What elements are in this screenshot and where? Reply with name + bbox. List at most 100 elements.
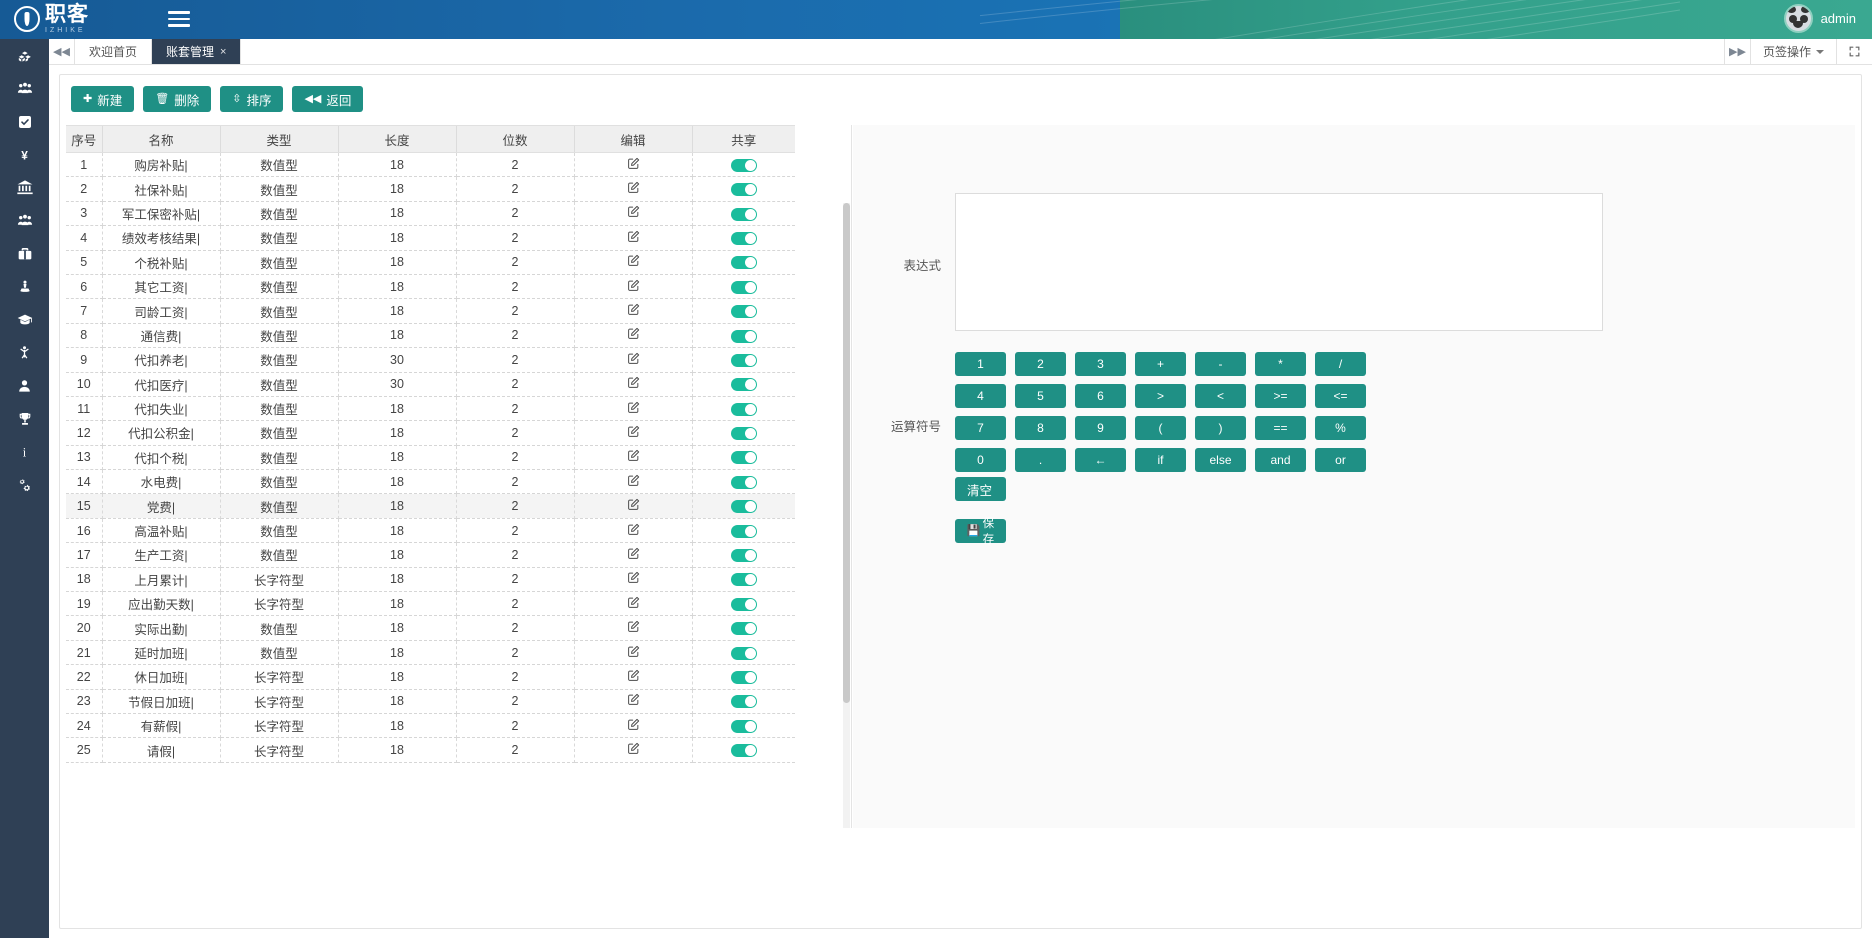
tab-scroll-left-icon[interactable]: ◀◀ [49,39,75,64]
keypad-key[interactable]: / [1315,352,1366,376]
edit-pencil-icon[interactable] [627,500,640,514]
edit-pencil-icon[interactable] [627,256,640,270]
table-row[interactable]: 1购房补贴|数值型182 [66,153,795,177]
edit-pencil-icon[interactable] [627,525,640,539]
share-toggle[interactable] [731,598,757,611]
edit-pencil-icon[interactable] [627,207,640,221]
share-toggle[interactable] [731,720,757,733]
keypad-key[interactable]: 7 [955,416,1006,440]
table-row[interactable]: 23节假日加班|长字符型182 [66,689,795,713]
sidebar-item-trophy[interactable] [0,402,49,435]
user-menu[interactable]: admin [1784,4,1856,33]
sidebar-item-graduation[interactable] [0,303,49,336]
edit-pencil-icon[interactable] [627,281,640,295]
tab-scroll-right-icon[interactable]: ▶▶ [1724,39,1750,64]
keypad-key[interactable]: > [1135,384,1186,408]
table-scrollbar-thumb[interactable] [843,203,850,703]
table-row[interactable]: 22休日加班|长字符型182 [66,665,795,689]
table-row[interactable]: 9代扣养老|数值型302 [66,348,795,372]
edit-pencil-icon[interactable] [627,647,640,661]
edit-pencil-icon[interactable] [627,598,640,612]
keypad-key[interactable]: 6 [1075,384,1126,408]
share-toggle[interactable] [731,354,757,367]
table-row[interactable]: 2社保补贴|数值型182 [66,177,795,201]
keypad-key[interactable]: ← [1075,448,1126,472]
edit-pencil-icon[interactable] [627,622,640,636]
sidebar-item-info[interactable]: i [0,435,49,468]
new-button[interactable]: ✚ 新建 [71,86,134,112]
col-header-share[interactable]: 共享 [692,126,795,153]
edit-pencil-icon[interactable] [627,549,640,563]
share-toggle[interactable] [731,500,757,513]
app-logo[interactable]: 职客 IZHIKE [14,4,89,34]
edit-pencil-icon[interactable] [627,671,640,685]
table-row[interactable]: 11代扣失业|数值型182 [66,396,795,420]
edit-pencil-icon[interactable] [627,451,640,465]
keypad-key[interactable]: else [1195,448,1246,472]
keypad-key[interactable]: 2 [1015,352,1066,376]
table-row[interactable]: 16高温补贴|数值型182 [66,518,795,542]
share-toggle[interactable] [731,305,757,318]
table-row[interactable]: 19应出勤天数|长字符型182 [66,592,795,616]
sidebar-item-check-square[interactable] [0,105,49,138]
edit-pencil-icon[interactable] [627,720,640,734]
col-header-seq[interactable]: 序号 [66,126,102,153]
table-row[interactable]: 8通信费|数值型182 [66,323,795,347]
col-header-name[interactable]: 名称 [102,126,220,153]
edit-pencil-icon[interactable] [627,232,640,246]
table-row[interactable]: 7司龄工资|数值型182 [66,299,795,323]
tab-account-set-management[interactable]: 账套管理 × [152,39,241,64]
share-toggle[interactable] [731,695,757,708]
keypad-key[interactable]: ) [1195,416,1246,440]
table-row[interactable]: 25请假|长字符型182 [66,738,795,762]
table-row[interactable]: 17生产工资|数值型182 [66,543,795,567]
share-toggle[interactable] [731,622,757,635]
keypad-key[interactable]: % [1315,416,1366,440]
edit-pencil-icon[interactable] [627,305,640,319]
delete-button[interactable]: 🗑 删除 [143,86,211,112]
share-toggle[interactable] [731,427,757,440]
sidebar-item-person-cheer[interactable] [0,336,49,369]
edit-pencil-icon[interactable] [627,403,640,417]
hamburger-icon[interactable] [168,11,190,29]
share-toggle[interactable] [731,573,757,586]
clear-button[interactable]: 清空 [955,477,1006,501]
share-toggle[interactable] [731,256,757,269]
keypad-key[interactable]: ( [1135,416,1186,440]
sidebar-item-briefcase[interactable] [0,237,49,270]
edit-pencil-icon[interactable] [627,354,640,368]
keypad-key[interactable]: 0 [955,448,1006,472]
keypad-key[interactable]: < [1195,384,1246,408]
keypad-key[interactable]: or [1315,448,1366,472]
tab-welcome[interactable]: 欢迎首页 [75,39,152,64]
share-toggle[interactable] [731,403,757,416]
edit-pencil-icon[interactable] [627,427,640,441]
share-toggle[interactable] [731,281,757,294]
table-row[interactable]: 12代扣公积金|数值型182 [66,421,795,445]
expression-input[interactable] [955,193,1603,331]
share-toggle[interactable] [731,744,757,757]
share-toggle[interactable] [731,525,757,538]
edit-pencil-icon[interactable] [627,476,640,490]
keypad-key[interactable]: 1 [955,352,1006,376]
edit-pencil-icon[interactable] [627,695,640,709]
sidebar-item-user[interactable] [0,369,49,402]
keypad-key[interactable]: >= [1255,384,1306,408]
keypad-key[interactable]: and [1255,448,1306,472]
table-row[interactable]: 20实际出勤|数值型182 [66,616,795,640]
keypad-key[interactable]: == [1255,416,1306,440]
table-row[interactable]: 5个税补贴|数值型182 [66,250,795,274]
share-toggle[interactable] [731,183,757,196]
sidebar-item-group[interactable] [0,204,49,237]
keypad-key[interactable]: 8 [1015,416,1066,440]
col-header-edit[interactable]: 编辑 [574,126,692,153]
table-row[interactable]: 15党费|数值型182 [66,494,795,518]
table-row[interactable]: 3军工保密补贴|数值型182 [66,201,795,225]
share-toggle[interactable] [731,549,757,562]
share-toggle[interactable] [731,476,757,489]
share-toggle[interactable] [731,330,757,343]
col-header-decimals[interactable]: 位数 [456,126,574,153]
edit-pencil-icon[interactable] [627,573,640,587]
share-toggle[interactable] [731,159,757,172]
table-row[interactable]: 13代扣个税|数值型182 [66,445,795,469]
